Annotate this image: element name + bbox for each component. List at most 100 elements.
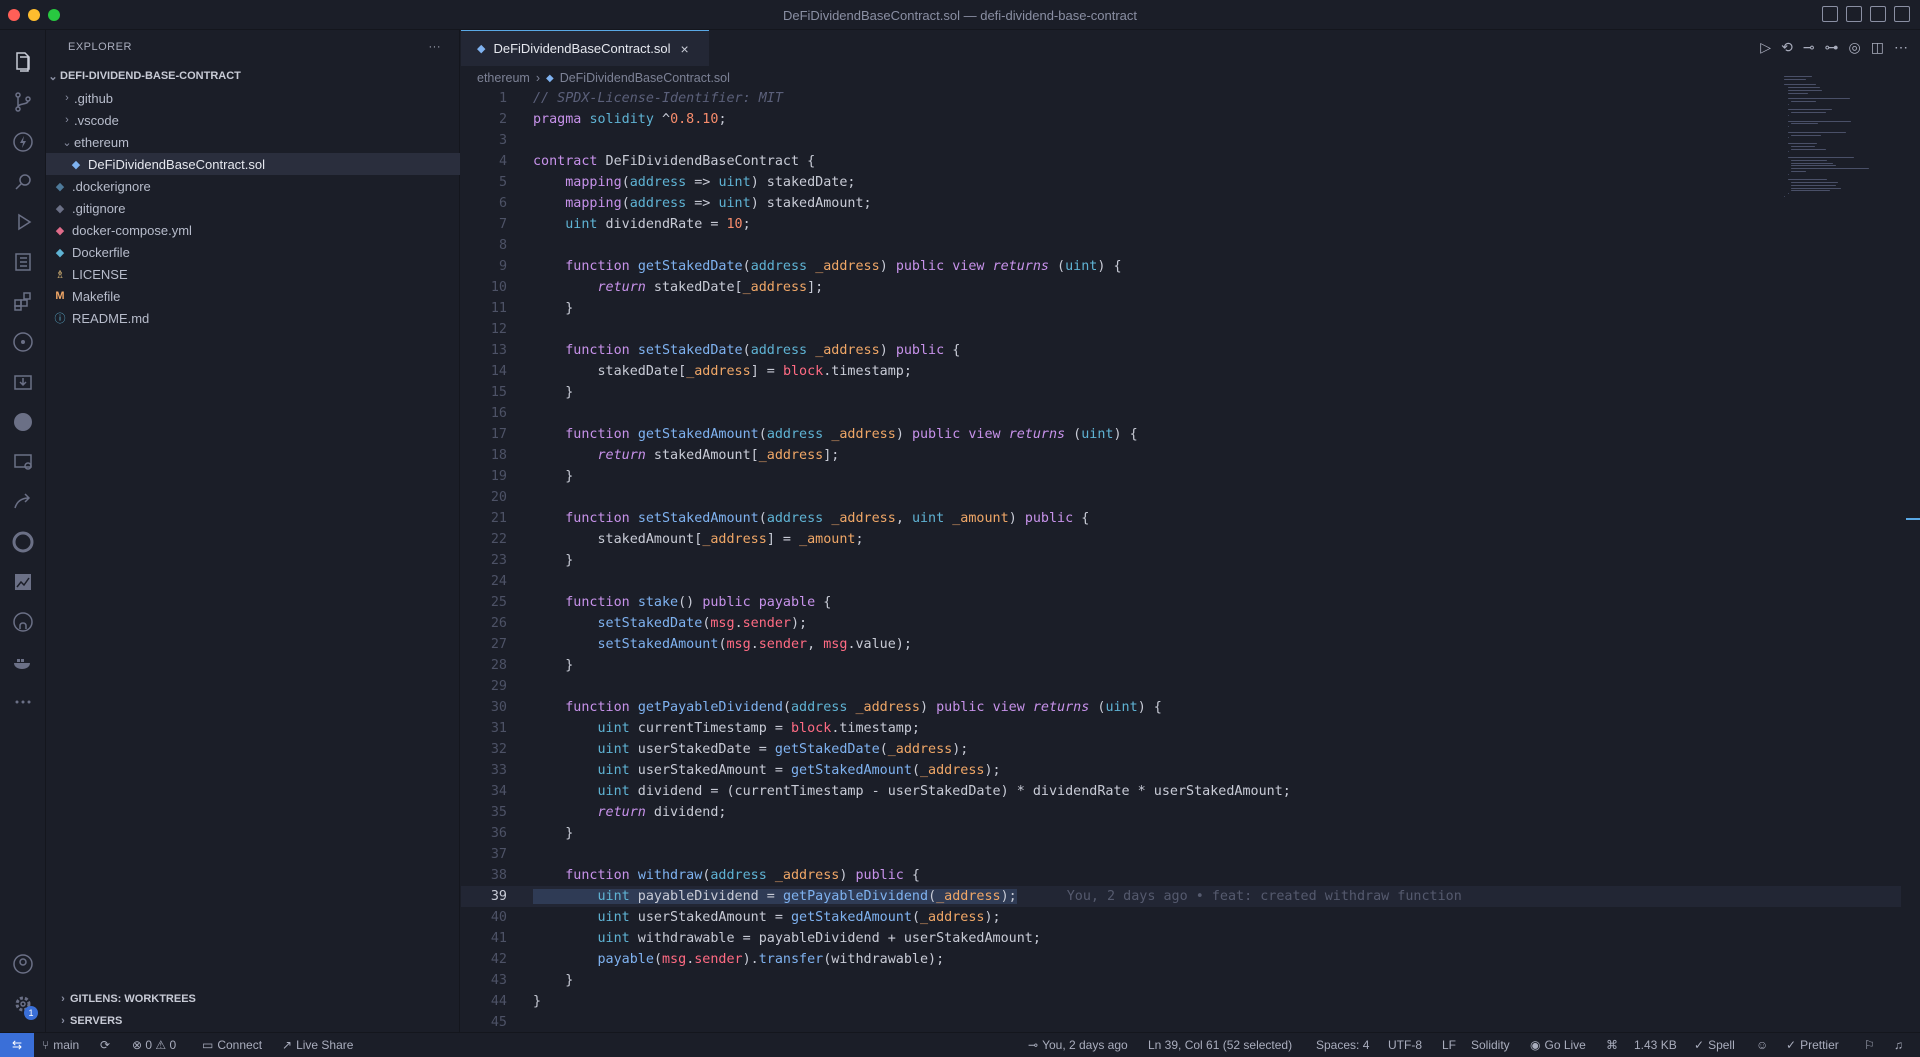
code-line[interactable]: 13 function setStakedDate(address _addre… <box>461 340 1901 361</box>
line-ending[interactable]: LF <box>1442 1033 1456 1057</box>
tree-item-contract-file[interactable]: ◆ DeFiDividendBaseContract.sol <box>46 153 460 175</box>
code-line[interactable]: 30 function getPayableDividend(address _… <box>461 697 1901 718</box>
code-line[interactable]: 11 } <box>461 298 1901 319</box>
encoding[interactable]: UTF-8 <box>1388 1033 1422 1057</box>
git-commit-next-icon[interactable]: ⊶ <box>1825 39 1839 56</box>
split-editor-icon[interactable]: ◫ <box>1871 39 1884 56</box>
code-line[interactable]: 8 <box>461 235 1901 256</box>
code-line[interactable]: 40 uint userStakedAmount = getStakedAmou… <box>461 907 1901 928</box>
breadcrumb-file[interactable]: DeFiDividendBaseContract.sol <box>560 71 730 85</box>
code-line[interactable]: 17 function getStakedAmount(address _add… <box>461 424 1901 445</box>
tree-item-license[interactable]: ♗ LICENSE <box>46 263 460 285</box>
code-line[interactable]: 20 <box>461 487 1901 508</box>
json-icon[interactable] <box>0 400 46 444</box>
servers-section[interactable]: › SERVERS <box>46 1010 460 1032</box>
gitlens-icon[interactable] <box>0 320 46 364</box>
code-line[interactable]: 22 stakedAmount[_address] = _amount; <box>461 529 1901 550</box>
code-line[interactable]: 12 <box>461 319 1901 340</box>
git-blame-status[interactable]: ⊸ You, 2 days ago <box>1028 1033 1128 1057</box>
code-line[interactable]: 24 <box>461 571 1901 592</box>
code-line[interactable]: 6 mapping(address => uint) stakedAmount; <box>461 193 1901 214</box>
code-line[interactable]: 27 setStakedAmount(msg.sender, msg.value… <box>461 634 1901 655</box>
code-line[interactable]: 14 stakedDate[_address] = block.timestam… <box>461 361 1901 382</box>
tree-item-ethereum[interactable]: ⌄ ethereum <box>46 131 460 153</box>
tree-item-docker-compose[interactable]: ◆ docker-compose.yml <box>46 219 460 241</box>
explorer-more-button[interactable]: ··· <box>429 41 442 53</box>
chart-icon[interactable] <box>0 560 46 604</box>
toggle-panel-icon[interactable] <box>1846 6 1862 22</box>
more-actions-icon[interactable]: ⋯ <box>1894 39 1908 56</box>
copilot-icon[interactable]: ☺ <box>1756 1033 1768 1057</box>
gitlens-worktrees-section[interactable]: › GITLENS: WORKTREES <box>46 988 460 1010</box>
scrollbar-marker[interactable] <box>1906 518 1920 520</box>
live-share-button[interactable]: ↗ Live Share <box>282 1033 353 1057</box>
tree-item-gitignore[interactable]: ◆ .gitignore <box>46 197 460 219</box>
code-line[interactable]: 31 uint currentTimestamp = block.timesta… <box>461 718 1901 739</box>
live-share-icon[interactable] <box>0 480 46 524</box>
github-icon[interactable] <box>0 600 46 644</box>
notifications-bell-icon[interactable]: ♫ <box>1894 1033 1903 1057</box>
language-mode[interactable]: Solidity <box>1471 1033 1510 1057</box>
code-line[interactable]: 45 <box>461 1012 1901 1033</box>
code-line[interactable]: 29 <box>461 676 1901 697</box>
feedback-icon[interactable]: ⚐ <box>1864 1033 1875 1057</box>
sync-button[interactable]: ⟳ <box>100 1033 110 1057</box>
tree-item-dockerfile[interactable]: ◆ Dockerfile <box>46 241 460 263</box>
close-icon[interactable]: × <box>681 41 689 57</box>
tab-contract-file[interactable]: ◆ DeFiDividendBaseContract.sol × <box>461 30 709 66</box>
project-folder[interactable]: ⌄ DEFI-DIVIDEND-BASE-CONTRACT <box>46 65 460 87</box>
code-line[interactable]: 3 <box>461 130 1901 151</box>
connect-button[interactable]: ▭ Connect <box>202 1033 262 1057</box>
code-line[interactable]: 1 // SPDX-License-Identifier: MIT <box>461 88 1901 109</box>
code-line[interactable]: 35 return dividend; <box>461 802 1901 823</box>
lightning-icon[interactable] <box>0 120 46 164</box>
code-line[interactable]: 36 } <box>461 823 1901 844</box>
gitlens-inspect-icon[interactable]: ◎ <box>1849 39 1861 56</box>
tree-item-readme[interactable]: ⓘ README.md <box>46 307 460 329</box>
code-line[interactable]: 44} <box>461 991 1901 1012</box>
tree-item-makefile[interactable]: M Makefile <box>46 285 460 307</box>
code-line[interactable]: 34 uint dividend = (currentTimestamp - u… <box>461 781 1901 802</box>
problems-indicator[interactable]: ⊗ 0 ⚠ 0 <box>132 1033 176 1057</box>
run-icon[interactable]: ▷ <box>1760 39 1771 56</box>
toggle-primary-sidebar-icon[interactable] <box>1822 6 1838 22</box>
toggle-secondary-sidebar-icon[interactable] <box>1870 6 1886 22</box>
code-line[interactable]: 10 return stakedDate[_address]; <box>461 277 1901 298</box>
prettier-button[interactable]: ✓ Prettier <box>1786 1033 1839 1057</box>
code-line[interactable]: 28 } <box>461 655 1901 676</box>
search-icon[interactable] <box>0 160 46 204</box>
code-line[interactable]: 41 uint withdrawable = payableDividend +… <box>461 928 1901 949</box>
remote-explorer-icon[interactable] <box>0 440 46 484</box>
code-line[interactable]: 33 uint userStakedAmount = getStakedAmou… <box>461 760 1901 781</box>
code-editor[interactable]: 1 // SPDX-License-Identifier: MIT 2 pragma … <box>461 88 1901 1032</box>
minimap[interactable] <box>1784 74 1894 204</box>
settings-gear-icon[interactable]: 1 <box>0 982 46 1026</box>
explorer-icon[interactable] <box>0 40 46 84</box>
code-line[interactable]: 9 function getStakedDate(address _addres… <box>461 256 1901 277</box>
spell-button[interactable]: ✓ Spell <box>1694 1033 1735 1057</box>
edge-icon[interactable] <box>0 520 46 564</box>
code-line[interactable]: 15 } <box>461 382 1901 403</box>
tree-item-dockerignore[interactable]: ◆ .dockerignore <box>46 175 460 197</box>
code-line[interactable]: 26 setStakedDate(msg.sender); <box>461 613 1901 634</box>
code-line[interactable]: 16 <box>461 403 1901 424</box>
customize-layout-icon[interactable] <box>1894 6 1910 22</box>
code-line[interactable]: 42 payable(msg.sender).transfer(withdraw… <box>461 949 1901 970</box>
code-line[interactable]: 43 } <box>461 970 1901 991</box>
code-line[interactable]: 32 uint userStakedDate = getStakedDate(_… <box>461 739 1901 760</box>
code-line[interactable]: 2 pragma solidity ^0.8.10; <box>461 109 1901 130</box>
go-live-button[interactable]: ◉ Go Live <box>1530 1033 1586 1057</box>
account-icon[interactable] <box>0 942 46 986</box>
code-line[interactable]: 37 <box>461 844 1901 865</box>
docker-icon[interactable] <box>0 640 46 684</box>
code-line[interactable]: 19 } <box>461 466 1901 487</box>
run-debug-icon[interactable] <box>0 200 46 244</box>
branch-indicator[interactable]: ⑂ main <box>42 1033 79 1057</box>
tree-item-vscode[interactable]: › .vscode <box>46 109 460 131</box>
code-line[interactable]: 38 function withdraw(address _address) p… <box>461 865 1901 886</box>
code-line[interactable]: 7 uint dividendRate = 10; <box>461 214 1901 235</box>
source-control-icon[interactable] <box>0 80 46 124</box>
code-line[interactable]: 21 function setStakedAmount(address _add… <box>461 508 1901 529</box>
code-line[interactable]: 5 mapping(address => uint) stakedDate; <box>461 172 1901 193</box>
remote-indicator-icon[interactable]: ⇆ <box>0 1033 34 1057</box>
